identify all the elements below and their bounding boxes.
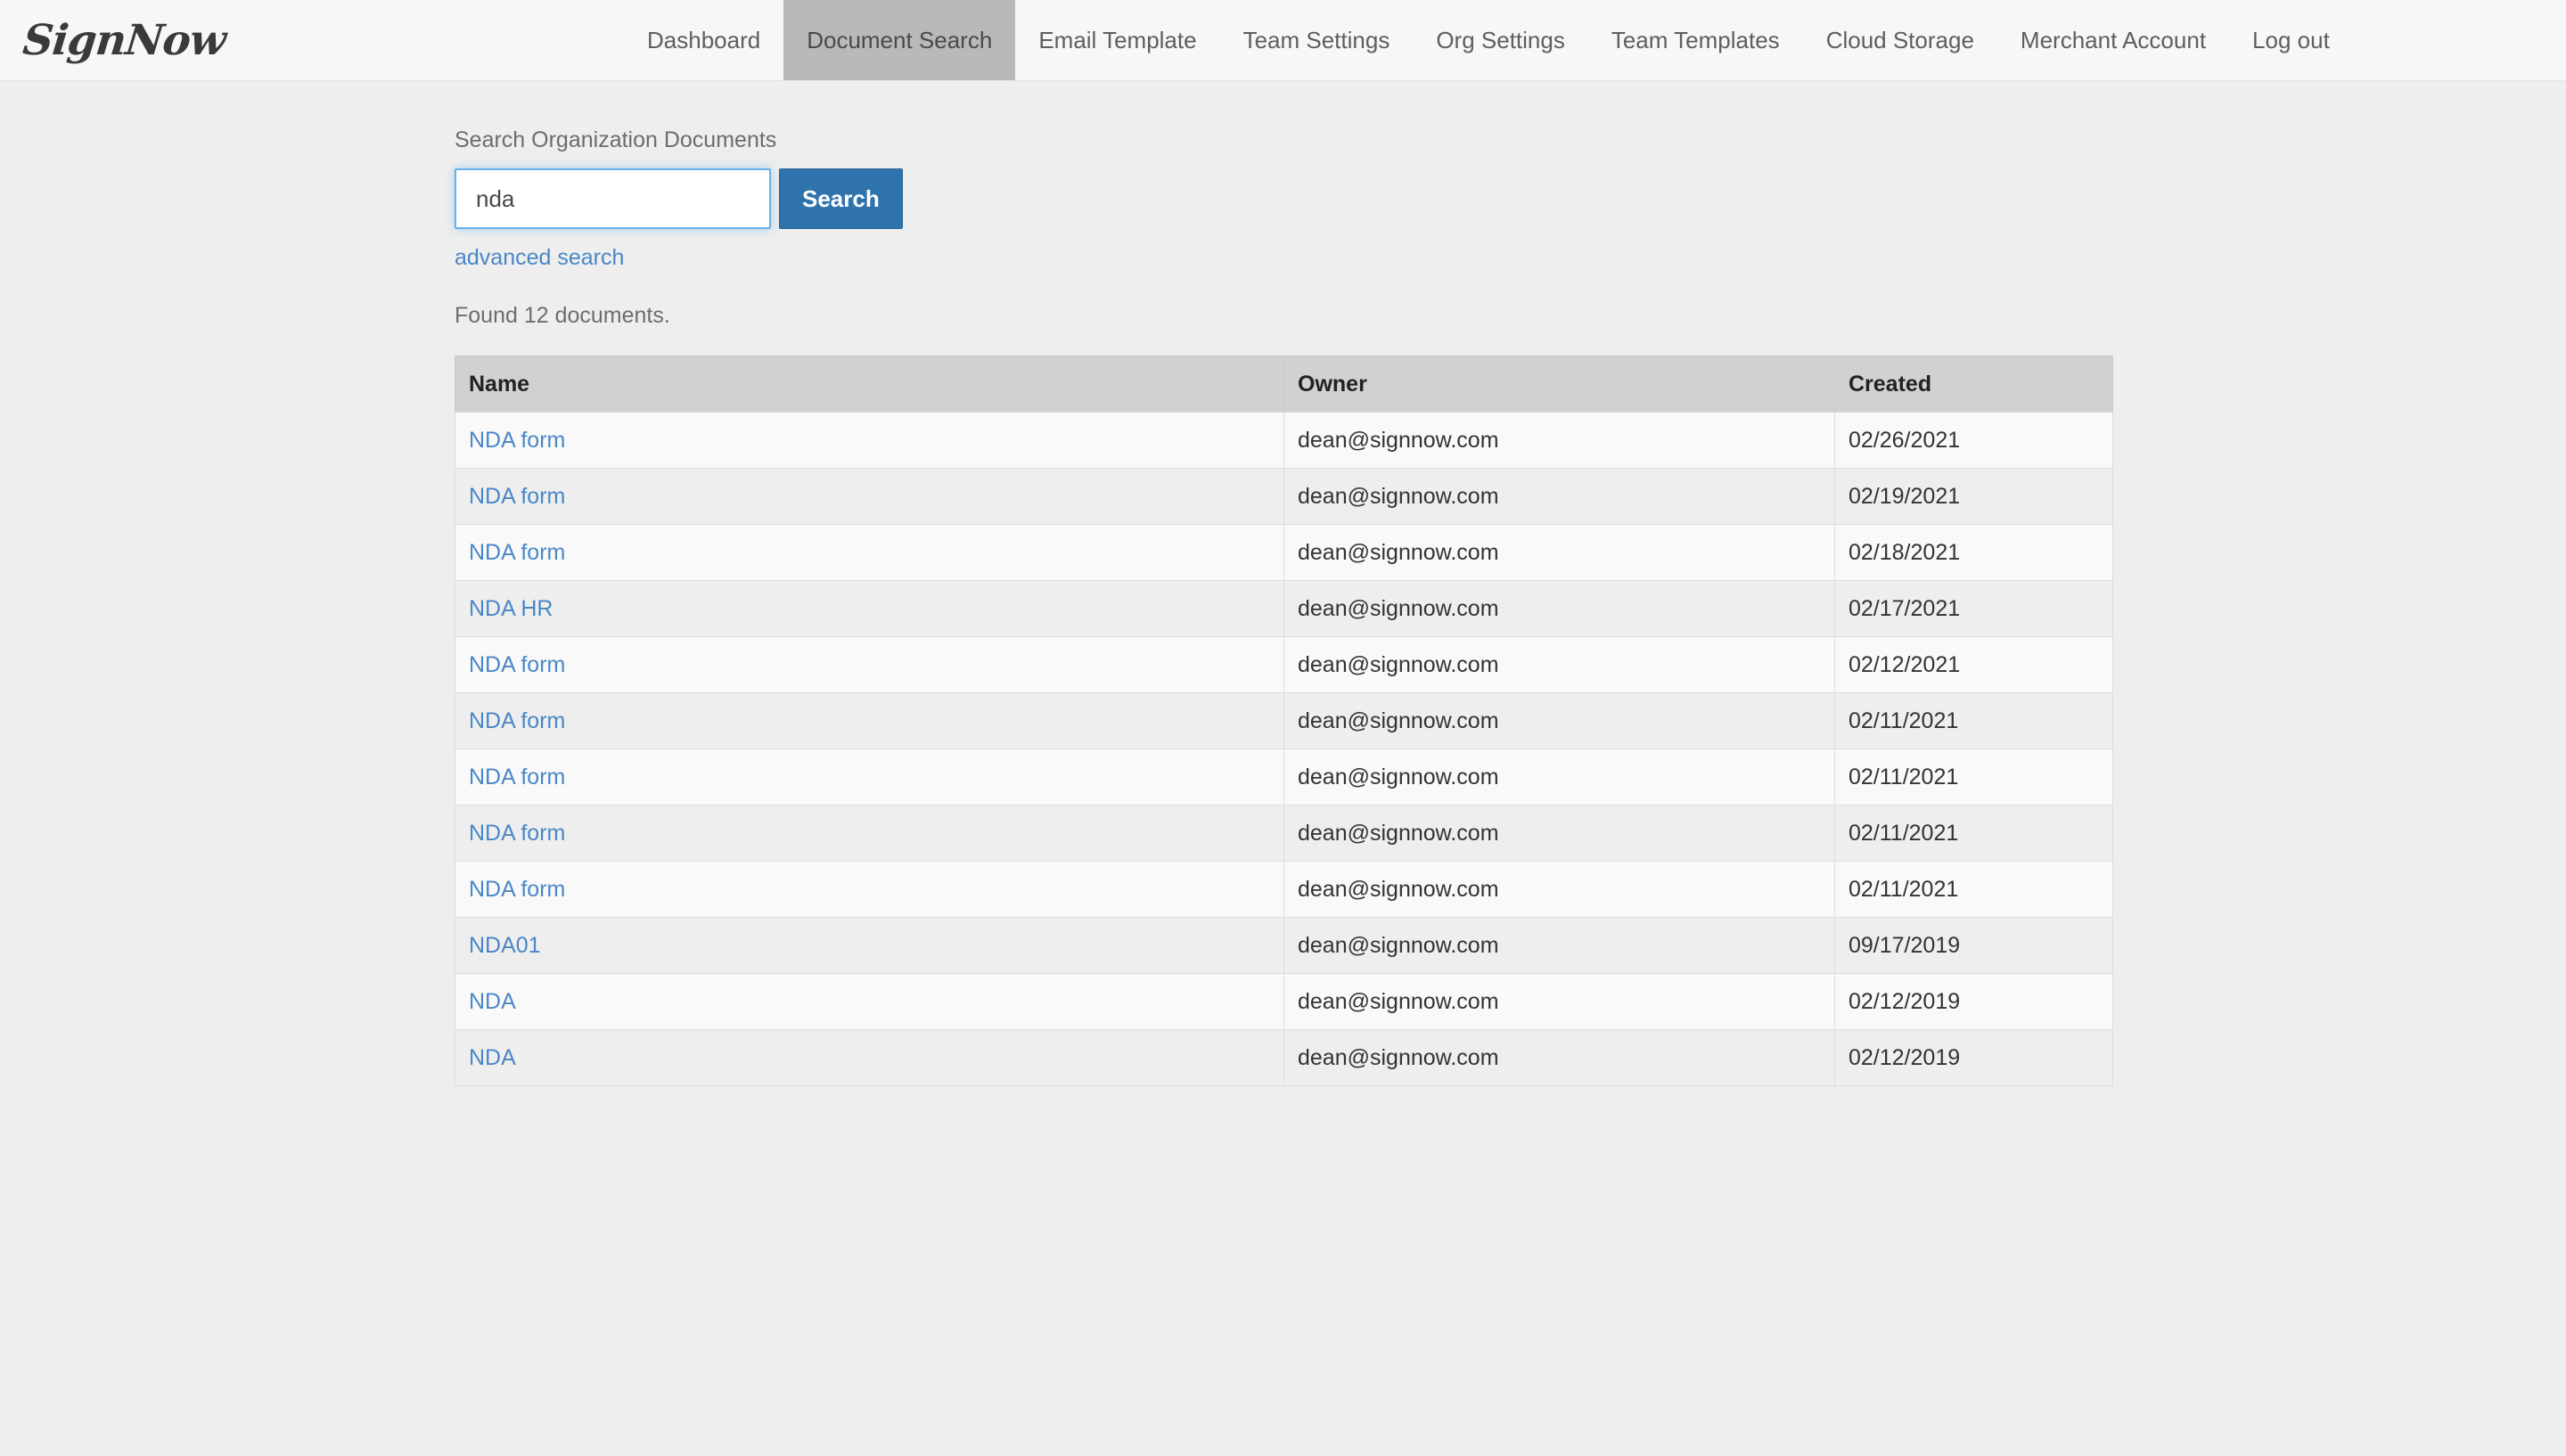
search-section-label: Search Organization Documents [455, 127, 777, 152]
cell-owner: dean@signnow.com [1283, 636, 1835, 693]
nav-item-dashboard[interactable]: Dashboard [624, 0, 783, 80]
table-row: NDA form dean@signnow.com 02/19/2021 [455, 468, 2113, 525]
nav-item-merchant-account[interactable]: Merchant Account [1997, 0, 2229, 80]
column-header-name[interactable]: Name [455, 356, 1284, 413]
nav-item-document-search[interactable]: Document Search [783, 0, 1016, 80]
nav-item-list: Dashboard Document Search Email Template Te… [624, 0, 2353, 80]
document-name-link[interactable]: NDA01 [469, 933, 541, 958]
search-results-table: Name Owner Created NDA form dean@signnow.… [455, 356, 2113, 1086]
table-row: NDA dean@signnow.com 02/12/2019 [455, 973, 2113, 1030]
document-name-link[interactable]: NDA [469, 1045, 516, 1070]
table-row: NDA form dean@signnow.com 02/12/2021 [455, 636, 2113, 693]
document-name-link[interactable]: NDA form [469, 708, 565, 733]
nav-item-team-templates[interactable]: Team Templates [1588, 0, 1803, 80]
cell-document-name: NDA HR [455, 580, 1284, 637]
table-row: NDA HR dean@signnow.com 02/17/2021 [455, 580, 2113, 637]
table-row: NDA form dean@signnow.com 02/11/2021 [455, 805, 2113, 862]
cell-owner: dean@signnow.com [1283, 692, 1835, 749]
cell-document-name: NDA form [455, 748, 1284, 806]
cell-created-date: 02/11/2021 [1834, 748, 2113, 806]
results-status-text: Found 12 documents. [455, 303, 670, 328]
nav-item-email-template[interactable]: Email Template [1015, 0, 1219, 80]
table-row: NDA form dean@signnow.com 02/18/2021 [455, 524, 2113, 581]
table-header-row: Name Owner Created [455, 356, 2113, 413]
search-row: Search [455, 168, 2566, 231]
document-name-link[interactable]: NDA [469, 989, 516, 1014]
document-name-link[interactable]: NDA form [469, 821, 565, 846]
main-content: Search Organization Documents Search adv… [0, 81, 2566, 1086]
cell-document-name: NDA form [455, 412, 1284, 469]
cell-created-date: 02/11/2021 [1834, 861, 2113, 918]
table-body: NDA form dean@signnow.com 02/26/2021 NDA fo… [455, 412, 2113, 1086]
cell-owner: dean@signnow.com [1283, 917, 1835, 974]
cell-owner: dean@signnow.com [1283, 973, 1835, 1030]
search-input[interactable] [455, 168, 771, 229]
cell-document-name: NDA form [455, 861, 1284, 918]
column-header-owner[interactable]: Owner [1283, 356, 1835, 413]
signnow-logo[interactable]: SignNow [20, 0, 228, 80]
cell-owner: dean@signnow.com [1283, 412, 1835, 469]
document-name-link[interactable]: NDA form [469, 540, 565, 565]
cell-created-date: 02/11/2021 [1834, 692, 2113, 749]
cell-document-name: NDA01 [455, 917, 1284, 974]
advanced-search-link[interactable]: advanced search [455, 245, 624, 271]
cell-created-date: 02/17/2021 [1834, 580, 2113, 637]
cell-owner: dean@signnow.com [1283, 748, 1835, 806]
nav-item-log-out[interactable]: Log out [2229, 0, 2353, 80]
cell-created-date: 02/26/2021 [1834, 412, 2113, 469]
cell-owner: dean@signnow.com [1283, 468, 1835, 525]
document-name-link[interactable]: NDA form [469, 484, 565, 509]
table-header: Name Owner Created [455, 356, 2113, 413]
table-row: NDA dean@signnow.com 02/12/2019 [455, 1029, 2113, 1086]
document-name-link[interactable]: NDA form [469, 765, 565, 789]
nav-item-org-settings[interactable]: Org Settings [1413, 0, 1588, 80]
cell-created-date: 02/18/2021 [1834, 524, 2113, 581]
cell-owner: dean@signnow.com [1283, 861, 1835, 918]
cell-document-name: NDA form [455, 468, 1284, 525]
table-row: NDA form dean@signnow.com 02/11/2021 [455, 861, 2113, 918]
document-name-link[interactable]: NDA form [469, 428, 565, 453]
nav-item-cloud-storage[interactable]: Cloud Storage [1803, 0, 1997, 80]
column-header-created[interactable]: Created [1834, 356, 2113, 413]
cell-created-date: 02/11/2021 [1834, 805, 2113, 862]
cell-created-date: 02/12/2019 [1834, 1029, 2113, 1086]
cell-owner: dean@signnow.com [1283, 524, 1835, 581]
cell-document-name: NDA form [455, 524, 1284, 581]
top-navigation-bar: SignNow Dashboard Document Search Email Te… [0, 0, 2566, 81]
cell-document-name: NDA [455, 1029, 1284, 1086]
search-button[interactable]: Search [779, 168, 903, 229]
cell-document-name: NDA form [455, 805, 1284, 862]
document-name-link[interactable]: NDA form [469, 877, 565, 902]
cell-created-date: 02/12/2019 [1834, 973, 2113, 1030]
cell-created-date: 09/17/2019 [1834, 917, 2113, 974]
document-name-link[interactable]: NDA HR [469, 596, 553, 621]
cell-document-name: NDA form [455, 636, 1284, 693]
table-row: NDA01 dean@signnow.com 09/17/2019 [455, 917, 2113, 974]
cell-created-date: 02/19/2021 [1834, 468, 2113, 525]
cell-owner: dean@signnow.com [1283, 1029, 1835, 1086]
brand-wordmark: SignNow [20, 15, 228, 65]
nav-item-team-settings[interactable]: Team Settings [1220, 0, 1414, 80]
cell-owner: dean@signnow.com [1283, 805, 1835, 862]
table-row: NDA form dean@signnow.com 02/11/2021 [455, 748, 2113, 806]
table-row: NDA form dean@signnow.com 02/11/2021 [455, 692, 2113, 749]
table-row: NDA form dean@signnow.com 02/26/2021 [455, 412, 2113, 469]
cell-document-name: NDA form [455, 692, 1284, 749]
document-name-link[interactable]: NDA form [469, 652, 565, 677]
cell-owner: dean@signnow.com [1283, 580, 1835, 637]
cell-created-date: 02/12/2021 [1834, 636, 2113, 693]
cell-document-name: NDA [455, 973, 1284, 1030]
